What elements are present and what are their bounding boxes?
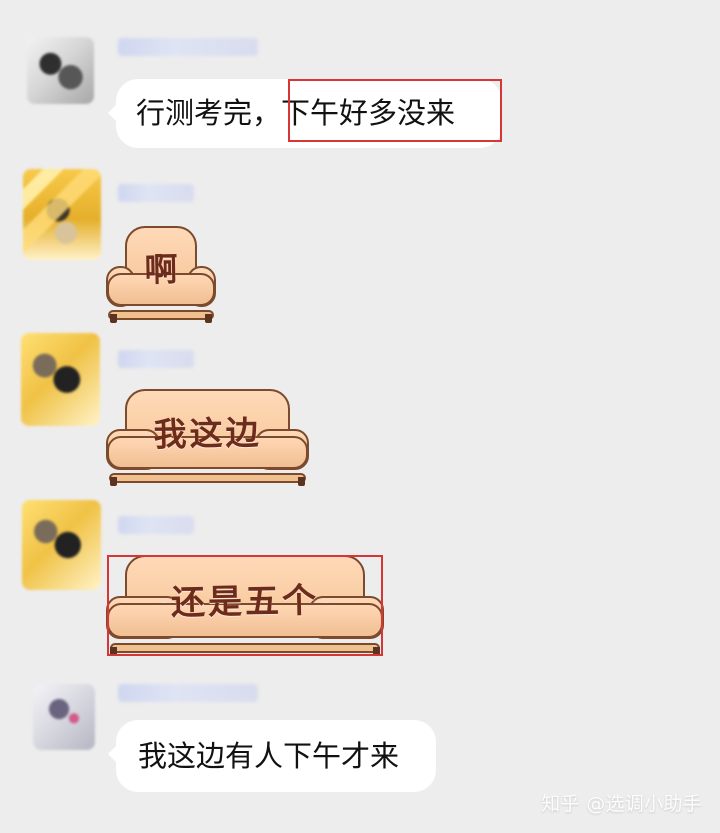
- sender-name-placeholder: [118, 516, 194, 534]
- sticker-message: 啊: [106, 226, 216, 323]
- chat-screen: 行测考完，下午好多没来 啊 我这边 还是五个 我这边有人下午才来 知乎 @选调小…: [0, 0, 720, 833]
- sticker-message: 还是五个: [106, 555, 384, 656]
- sofa-leg-right: [205, 314, 212, 323]
- message-bubble: 我这边有人下午才来: [108, 720, 436, 792]
- sender-name-placeholder: [118, 684, 258, 702]
- highlight-box: [107, 555, 383, 656]
- watermark: 知乎 @选调小助手: [541, 793, 702, 815]
- message-text: 我这边有人下午才来: [138, 738, 400, 773]
- sticker-message: 我这边: [106, 389, 309, 486]
- sofa-leg-left: [110, 314, 117, 323]
- sticker-text: 我这边: [153, 413, 262, 455]
- message-bubble: 行测考完，下午好多没来: [108, 79, 502, 148]
- sofa-base: [108, 310, 214, 320]
- sofa-leg-right: [298, 477, 305, 486]
- avatar: [21, 333, 100, 426]
- sender-name-placeholder: [118, 350, 194, 368]
- avatar: [23, 169, 101, 260]
- sender-name-placeholder: [118, 184, 194, 202]
- sofa-base: [109, 473, 306, 483]
- sender-name-placeholder: [118, 38, 258, 56]
- avatar: [22, 500, 101, 590]
- avatar: [27, 37, 94, 104]
- sofa-leg-left: [110, 477, 117, 486]
- avatar: [33, 684, 95, 750]
- sticker-text: 啊: [144, 250, 178, 290]
- highlight-box: [288, 79, 502, 142]
